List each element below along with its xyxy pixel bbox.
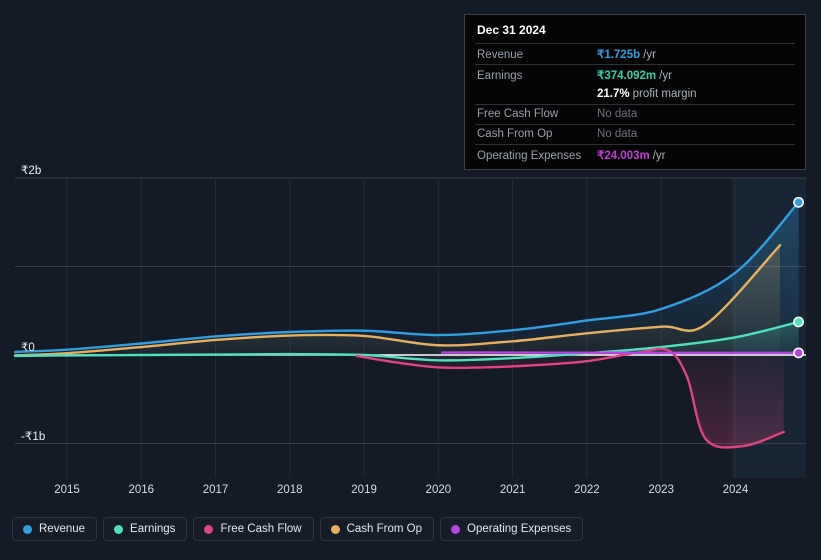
tooltip-row: Operating Expenses ₹24.003m/yr	[475, 144, 795, 165]
y-axis-tick-label: -₹1b	[21, 430, 46, 443]
tooltip-row-value-wrap: ₹374.092m/yr	[597, 68, 672, 82]
tooltip-row-value: 21.7%	[597, 88, 630, 100]
tooltip-row-label: Free Cash Flow	[477, 108, 559, 120]
legend-item-label: Revenue	[39, 523, 86, 535]
tooltip-row-value-wrap: No data	[597, 108, 637, 120]
tooltip-row-unit: /yr	[652, 150, 666, 162]
tooltip-row-value-wrap: No data	[597, 128, 637, 140]
legend-item-cash-from-op[interactable]: Cash From Op	[319, 517, 435, 541]
tooltip-rows: Revenue ₹1.725b/yr Earnings ₹374.092m/yr 21.…	[475, 43, 795, 165]
legend-color-dot-icon	[23, 524, 32, 534]
x-axis-tick-label: 2019	[351, 484, 377, 496]
x-axis-tick-label: 2016	[128, 484, 155, 496]
legend-item-label: Cash From Op	[346, 523, 423, 535]
tooltip-row-unit: /yr	[643, 49, 656, 61]
legend-item-label: Free Cash Flow	[220, 523, 302, 535]
x-axis-tick-label: 2017	[202, 484, 229, 496]
x-axis-tick-label: 2023	[648, 484, 674, 496]
legend-color-dot-icon	[204, 524, 214, 534]
tooltip-row-value: ₹1.725b	[597, 49, 641, 61]
legend-item-free-cash-flow[interactable]: Free Cash Flow	[193, 517, 314, 541]
x-axis-tick-label: 2022	[574, 484, 600, 496]
tooltip-row-unit: /yr	[659, 70, 672, 82]
tooltip-row: Earnings ₹374.092m/yr	[475, 64, 795, 85]
x-axis-tick-label: 2024	[722, 484, 749, 496]
legend-item-operating-expenses[interactable]: Operating Expenses	[440, 517, 584, 541]
tooltip-row: 21.7% profit margin	[475, 85, 795, 104]
tooltip-row-label: Operating Expenses	[477, 150, 582, 162]
legend-item-label: Operating Expenses	[467, 523, 572, 535]
tooltip-row-value-wrap: 21.7% profit margin	[597, 88, 697, 100]
tooltip-row-label: Cash From Op	[477, 128, 553, 140]
tooltip-row: Revenue ₹1.725b/yr	[475, 43, 795, 64]
legend-color-dot-icon	[114, 524, 124, 534]
tooltip-row-label: Revenue	[477, 49, 524, 61]
legend-color-dot-icon	[451, 524, 461, 534]
tooltip-row-unit: profit margin	[632, 88, 697, 100]
financial-line-chart: ₹2b ₹0 -₹1b 2015 2016 2017 2018 2019 2020 2021 20…	[0, 0, 821, 560]
y-axis-tick-label: ₹0	[21, 342, 35, 354]
series-areas	[15, 202, 799, 448]
tooltip-row-value: No data	[597, 128, 638, 140]
tooltip-row: Cash From Op No data	[475, 124, 795, 144]
tooltip-row-label: Earnings	[477, 70, 523, 82]
x-axis-tick-label: 2020	[425, 484, 452, 496]
tooltip-row-value: ₹24.003m	[597, 150, 650, 162]
legend-item-label: Earnings	[130, 523, 176, 535]
legend-color-dot-icon	[330, 524, 340, 534]
y-axis-tick-label: ₹2b	[21, 165, 42, 177]
tooltip-row-value: No data	[597, 108, 638, 120]
legend-item-revenue[interactable]: Revenue	[12, 517, 98, 541]
chart-tooltip: Dec 31 2024 Revenue ₹1.725b/yr Earnings ₹37…	[464, 14, 806, 170]
x-axis-tick-label: 2021	[499, 484, 526, 496]
x-axis-tick-label: 2018	[277, 484, 303, 496]
tooltip-date: Dec 31 2024	[477, 23, 546, 37]
tooltip-row-value: ₹374.092m	[597, 70, 657, 82]
tooltip-row: Free Cash Flow No data	[475, 104, 795, 124]
tooltip-row-value-wrap: ₹1.725b/yr	[597, 47, 656, 61]
x-axis-tick-label: 2015	[54, 484, 80, 496]
legend-item-earnings[interactable]: Earnings	[103, 517, 188, 541]
chart-legend: Revenue Earnings Free Cash Flow Cash From O…	[12, 517, 584, 541]
tooltip-row-value-wrap: ₹24.003m/yr	[597, 148, 666, 162]
